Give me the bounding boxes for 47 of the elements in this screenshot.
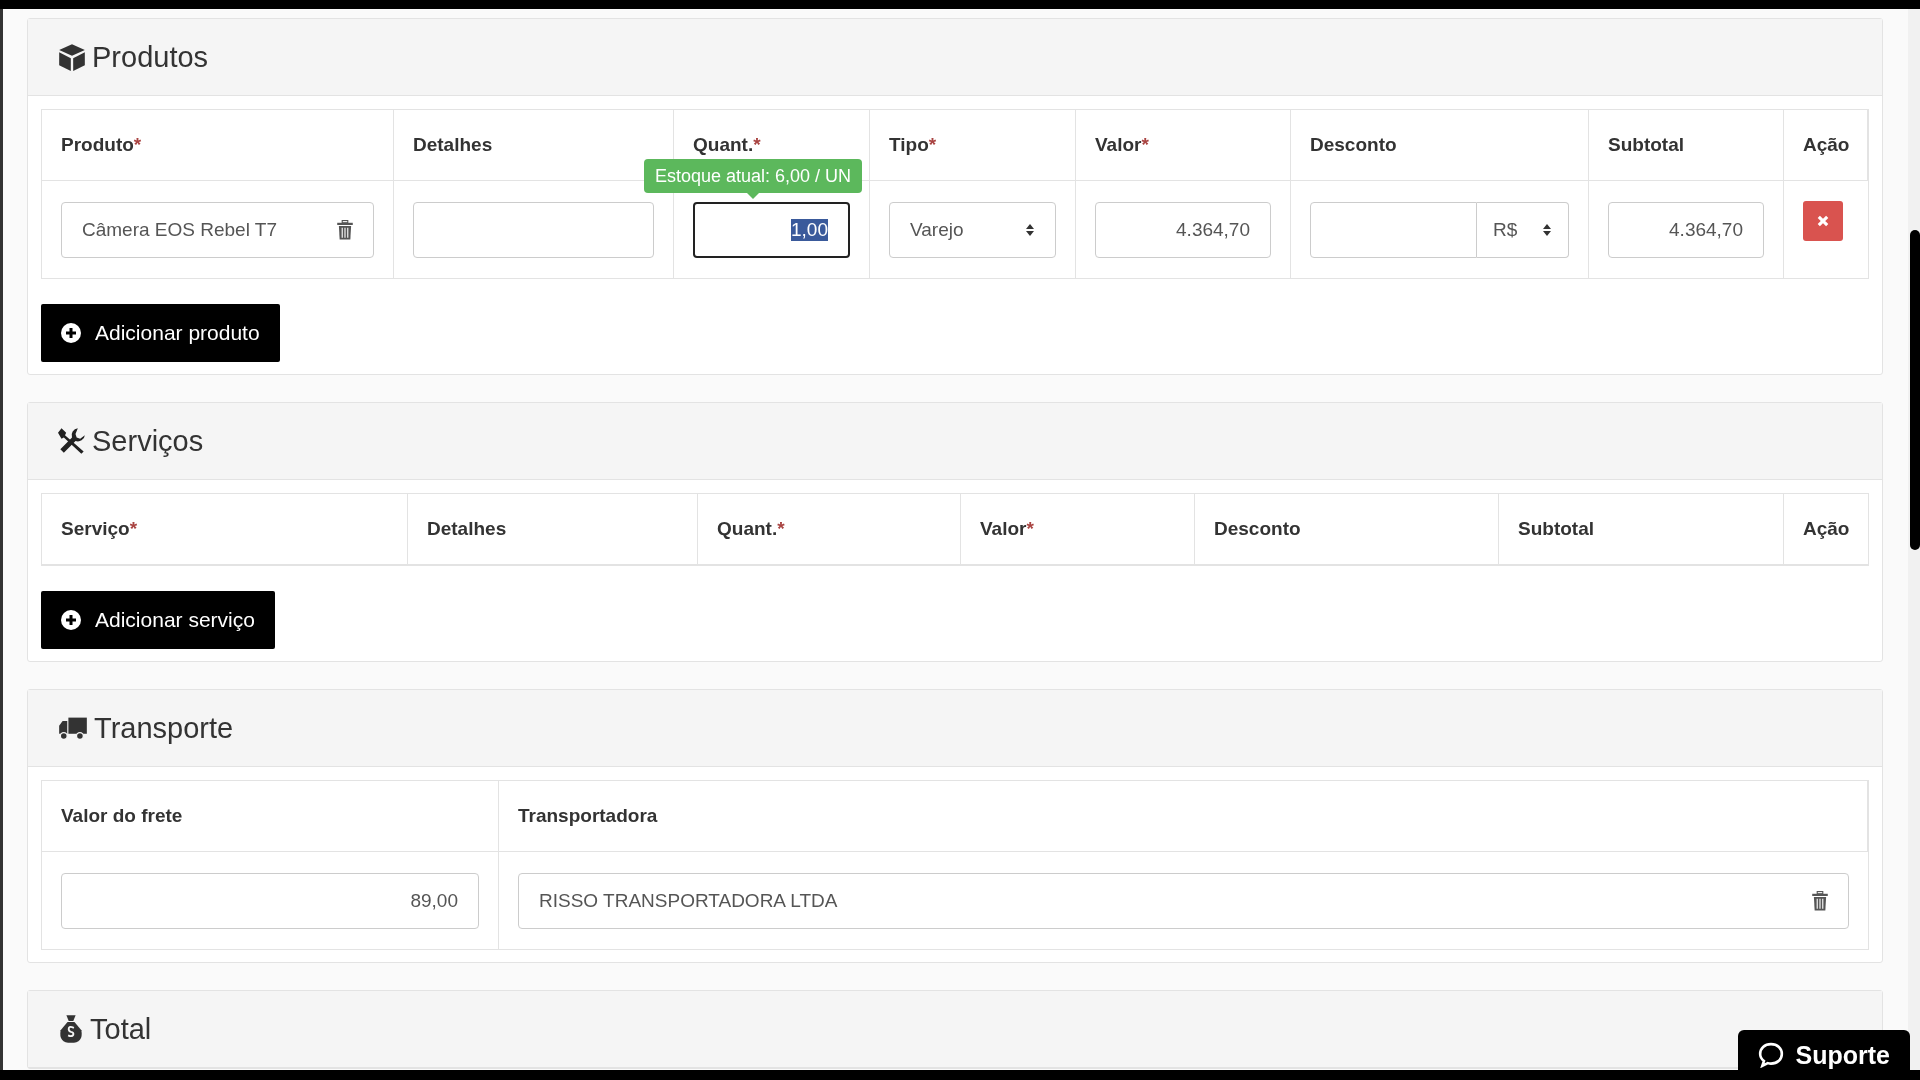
column-header: Ação bbox=[1784, 110, 1868, 181]
column-header: Serviço* bbox=[42, 494, 408, 565]
lookup-field[interactable]: RISSO TRANSPORTADORA LTDA bbox=[518, 872, 1849, 929]
section-title: Transporte bbox=[94, 711, 234, 745]
trash-icon[interactable] bbox=[337, 219, 353, 240]
column-header: Subtotal bbox=[1589, 110, 1784, 181]
add-button[interactable]: Adicionar produto bbox=[41, 304, 280, 362]
column-header: Subtotal bbox=[1499, 494, 1784, 565]
number-field[interactable]: 1,00 bbox=[693, 201, 850, 258]
unit-select[interactable]: R$ bbox=[1477, 201, 1569, 258]
discount-field[interactable] bbox=[1310, 201, 1477, 258]
number-field[interactable]: 4.364,70 bbox=[1095, 201, 1271, 258]
column-header: Valor do frete bbox=[42, 781, 499, 852]
chat-bubble-icon bbox=[1757, 1042, 1784, 1068]
column-header: Transportadora bbox=[499, 781, 1868, 852]
column-header: Tipo* bbox=[870, 110, 1076, 181]
column-header: Desconto bbox=[1195, 494, 1499, 565]
column-header: Detalhes bbox=[408, 494, 698, 565]
sort-caret-icon bbox=[1542, 222, 1552, 237]
section-title: Produtos bbox=[92, 40, 209, 74]
lookup-field[interactable]: Câmera EOS Rebel T7 bbox=[61, 201, 374, 258]
plus-circle-icon bbox=[61, 323, 81, 343]
column-header: Valor* bbox=[961, 494, 1195, 565]
scrollbar-thumb[interactable] bbox=[1910, 230, 1920, 550]
stock-tooltip: Estoque atual: 6,00 / UN bbox=[644, 159, 863, 199]
delete-button[interactable] bbox=[1803, 201, 1843, 241]
sort-caret-icon bbox=[1025, 222, 1035, 237]
add-button[interactable]: Adicionar serviço bbox=[41, 591, 275, 649]
column-header: Quant.* bbox=[698, 494, 961, 565]
number-field[interactable]: 89,00 bbox=[61, 872, 479, 929]
type-select[interactable]: Varejo bbox=[889, 201, 1056, 258]
column-header: Desconto bbox=[1291, 110, 1589, 181]
column-header: Ação bbox=[1784, 494, 1868, 565]
trash-icon[interactable] bbox=[1812, 890, 1828, 911]
close-icon bbox=[1817, 215, 1829, 227]
column-header: Produto* bbox=[42, 110, 394, 181]
tooltip-arrow-icon bbox=[747, 193, 760, 199]
truck-icon bbox=[58, 715, 88, 741]
box-icon bbox=[58, 43, 86, 71]
column-header: Valor* bbox=[1076, 110, 1291, 181]
tools-icon bbox=[58, 427, 86, 455]
section-title: Total bbox=[90, 1012, 152, 1046]
plus-circle-icon bbox=[61, 610, 81, 630]
text-field[interactable] bbox=[413, 201, 654, 258]
number-field[interactable]: 4.364,70 bbox=[1608, 201, 1764, 258]
money-bag-icon bbox=[58, 1014, 84, 1044]
section-title: Serviços bbox=[92, 424, 204, 458]
